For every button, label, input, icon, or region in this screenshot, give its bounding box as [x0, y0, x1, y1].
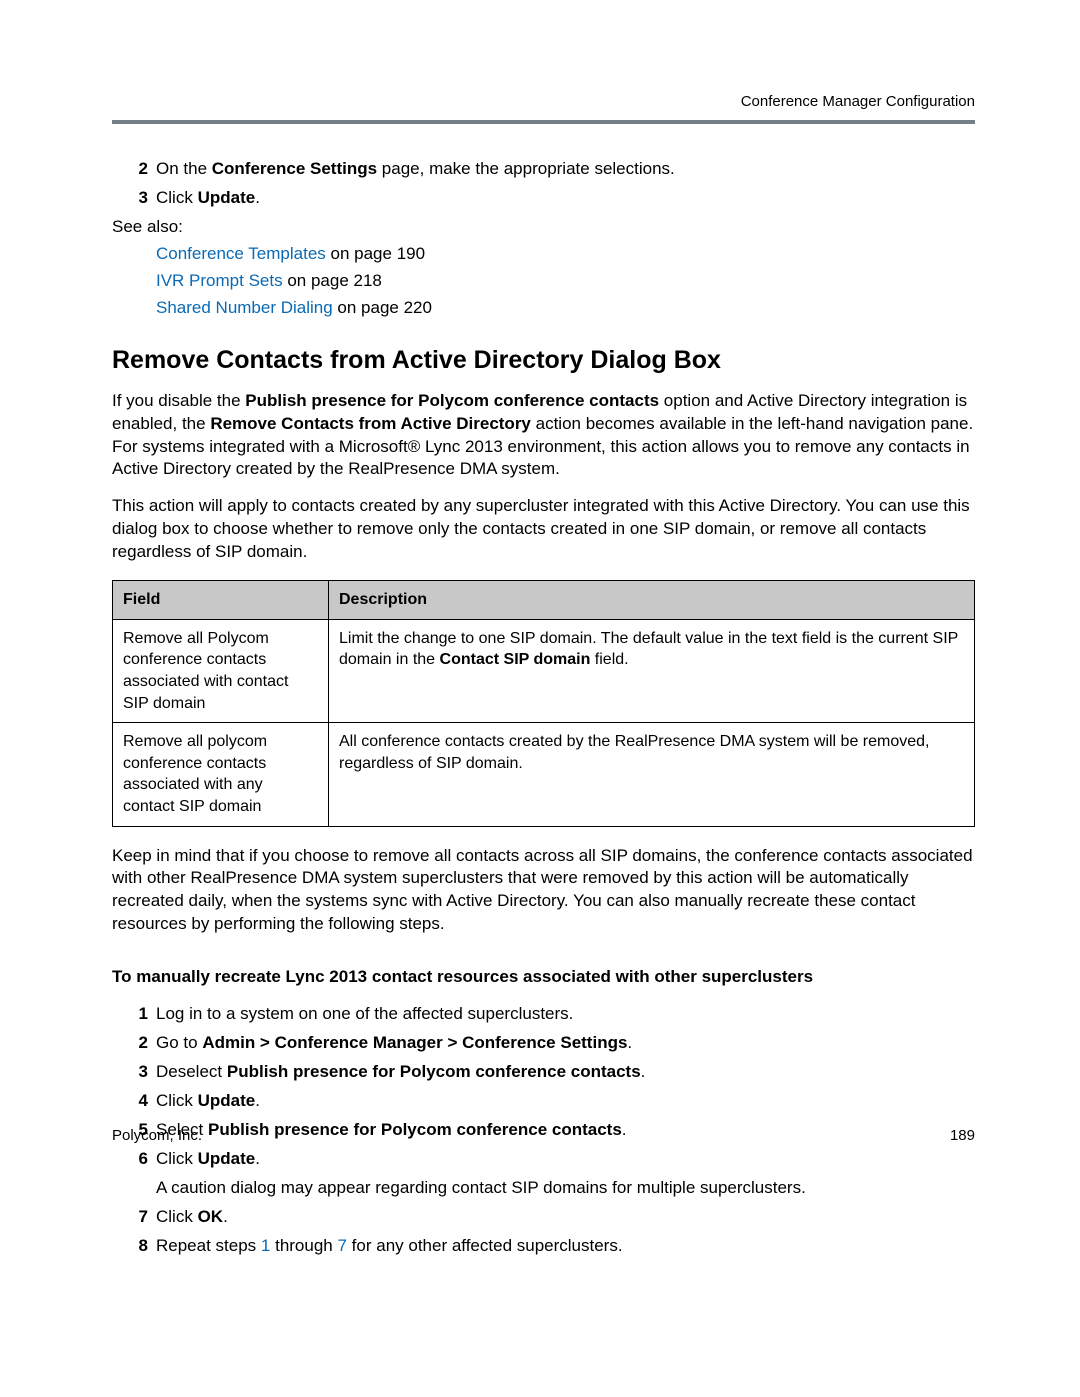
- text: for any other affected superclusters.: [347, 1236, 623, 1255]
- step-number: 1: [124, 1003, 148, 1026]
- text: field.: [590, 651, 628, 668]
- procedure-step: 4 Click Update.: [156, 1090, 975, 1113]
- table-row: Remove all Polycom conference contacts a…: [113, 619, 975, 722]
- text: page, make the appropriate selections.: [377, 159, 675, 178]
- page-footer: Polycom, Inc. 189: [112, 1126, 975, 1146]
- paragraph: This action will apply to contacts creat…: [112, 495, 975, 564]
- text: Deselect: [156, 1062, 227, 1081]
- procedure-step: 1 Log in to a system on one of the affec…: [156, 1003, 975, 1026]
- see-also-suffix: on page 190: [326, 244, 425, 263]
- footer-company: Polycom, Inc.: [112, 1126, 202, 1146]
- page-body: Conference Manager Configuration 2 On th…: [0, 0, 1080, 1258]
- footer-page-number: 189: [950, 1126, 975, 1146]
- procedure-heading: To manually recreate Lync 2013 contact r…: [112, 966, 975, 989]
- see-also-suffix: on page 220: [333, 298, 432, 317]
- text: On the: [156, 159, 212, 178]
- step-text: Log in to a system on one of the affecte…: [156, 1003, 975, 1026]
- see-also-item: IVR Prompt Sets on page 218: [156, 270, 975, 293]
- step-cross-ref[interactable]: 7: [337, 1236, 346, 1255]
- cell-field: Remove all Polycom conference contacts a…: [113, 619, 329, 722]
- procedure-step: 2 Go to Admin > Conference Manager > Con…: [156, 1032, 975, 1055]
- see-also-item: Shared Number Dialing on page 220: [156, 297, 975, 320]
- text: Click: [156, 1149, 198, 1168]
- table-header-row: Field Description: [113, 581, 975, 620]
- paragraph: If you disable the Publish presence for …: [112, 390, 975, 482]
- text: .: [255, 188, 260, 207]
- text: Go to: [156, 1033, 202, 1052]
- bold-text: Admin > Conference Manager > Conference …: [202, 1033, 627, 1052]
- intro-step-2: 2 On the Conference Settings page, make …: [156, 158, 975, 181]
- step-number: 3: [124, 187, 148, 210]
- see-also-link[interactable]: IVR Prompt Sets: [156, 271, 283, 290]
- step-number: 6: [124, 1148, 148, 1171]
- text: Click: [156, 1207, 198, 1226]
- see-also-item: Conference Templates on page 190: [156, 243, 975, 266]
- text: Limit the change to one SIP domain. The …: [339, 630, 958, 669]
- see-also-suffix: on page 218: [283, 271, 382, 290]
- text: Click: [156, 1091, 198, 1110]
- step-number: 3: [124, 1061, 148, 1084]
- running-head: Conference Manager Configuration: [112, 92, 975, 112]
- bold-text: Publish presence for Polycom conference …: [227, 1062, 641, 1081]
- bold-text: Remove Contacts from Active Directory: [210, 414, 531, 433]
- step-number: 7: [124, 1206, 148, 1229]
- bold-text: Publish presence for Polycom conference …: [245, 391, 659, 410]
- step-cross-ref[interactable]: 1: [261, 1236, 270, 1255]
- intro-step-list: 2 On the Conference Settings page, make …: [112, 158, 975, 210]
- bold-text: Contact SIP domain: [440, 651, 591, 668]
- cell-description: Limit the change to one SIP domain. The …: [329, 619, 975, 722]
- text: .: [641, 1062, 646, 1081]
- bold-text: Update: [198, 1149, 256, 1168]
- col-header-description: Description: [329, 581, 975, 620]
- procedure-step: 3 Deselect Publish presence for Polycom …: [156, 1061, 975, 1084]
- cell-description: All conference contacts created by the R…: [329, 723, 975, 826]
- text: Click: [156, 188, 198, 207]
- procedure-step: 7 Click OK.: [156, 1206, 975, 1229]
- text: through: [270, 1236, 337, 1255]
- text: All conference contacts created by the R…: [339, 733, 930, 772]
- col-header-field: Field: [113, 581, 329, 620]
- intro-step-3: 3 Click Update.: [156, 187, 975, 210]
- step-number: 8: [124, 1235, 148, 1258]
- cell-field: Remove all polycom conference contacts a…: [113, 723, 329, 826]
- fields-table: Field Description Remove all Polycom con…: [112, 580, 975, 826]
- bold-text: Update: [198, 1091, 256, 1110]
- section-heading: Remove Contacts from Active Directory Di…: [112, 344, 975, 378]
- paragraph: Keep in mind that if you choose to remov…: [112, 845, 975, 937]
- procedure-step: 8 Repeat steps 1 through 7 for any other…: [156, 1235, 975, 1258]
- text: .: [255, 1149, 260, 1168]
- text: If you disable the: [112, 391, 245, 410]
- step-substep: A caution dialog may appear regarding co…: [156, 1177, 975, 1200]
- step-number: 2: [124, 158, 148, 181]
- bold-text: OK: [198, 1207, 224, 1226]
- see-also-label: See also:: [112, 216, 975, 239]
- bold-text: Update: [198, 188, 256, 207]
- text: .: [255, 1091, 260, 1110]
- see-also-link[interactable]: Shared Number Dialing: [156, 298, 333, 317]
- step-number: 2: [124, 1032, 148, 1055]
- procedure-step: 6 Click Update. A caution dialog may app…: [156, 1148, 975, 1200]
- text: .: [627, 1033, 632, 1052]
- bold-text: Conference Settings: [212, 159, 377, 178]
- text: Repeat steps: [156, 1236, 261, 1255]
- header-rule: [112, 120, 975, 124]
- step-number: 4: [124, 1090, 148, 1113]
- table-row: Remove all polycom conference contacts a…: [113, 723, 975, 826]
- text: .: [223, 1207, 228, 1226]
- see-also-link[interactable]: Conference Templates: [156, 244, 326, 263]
- see-also-list: Conference Templates on page 190 IVR Pro…: [156, 243, 975, 320]
